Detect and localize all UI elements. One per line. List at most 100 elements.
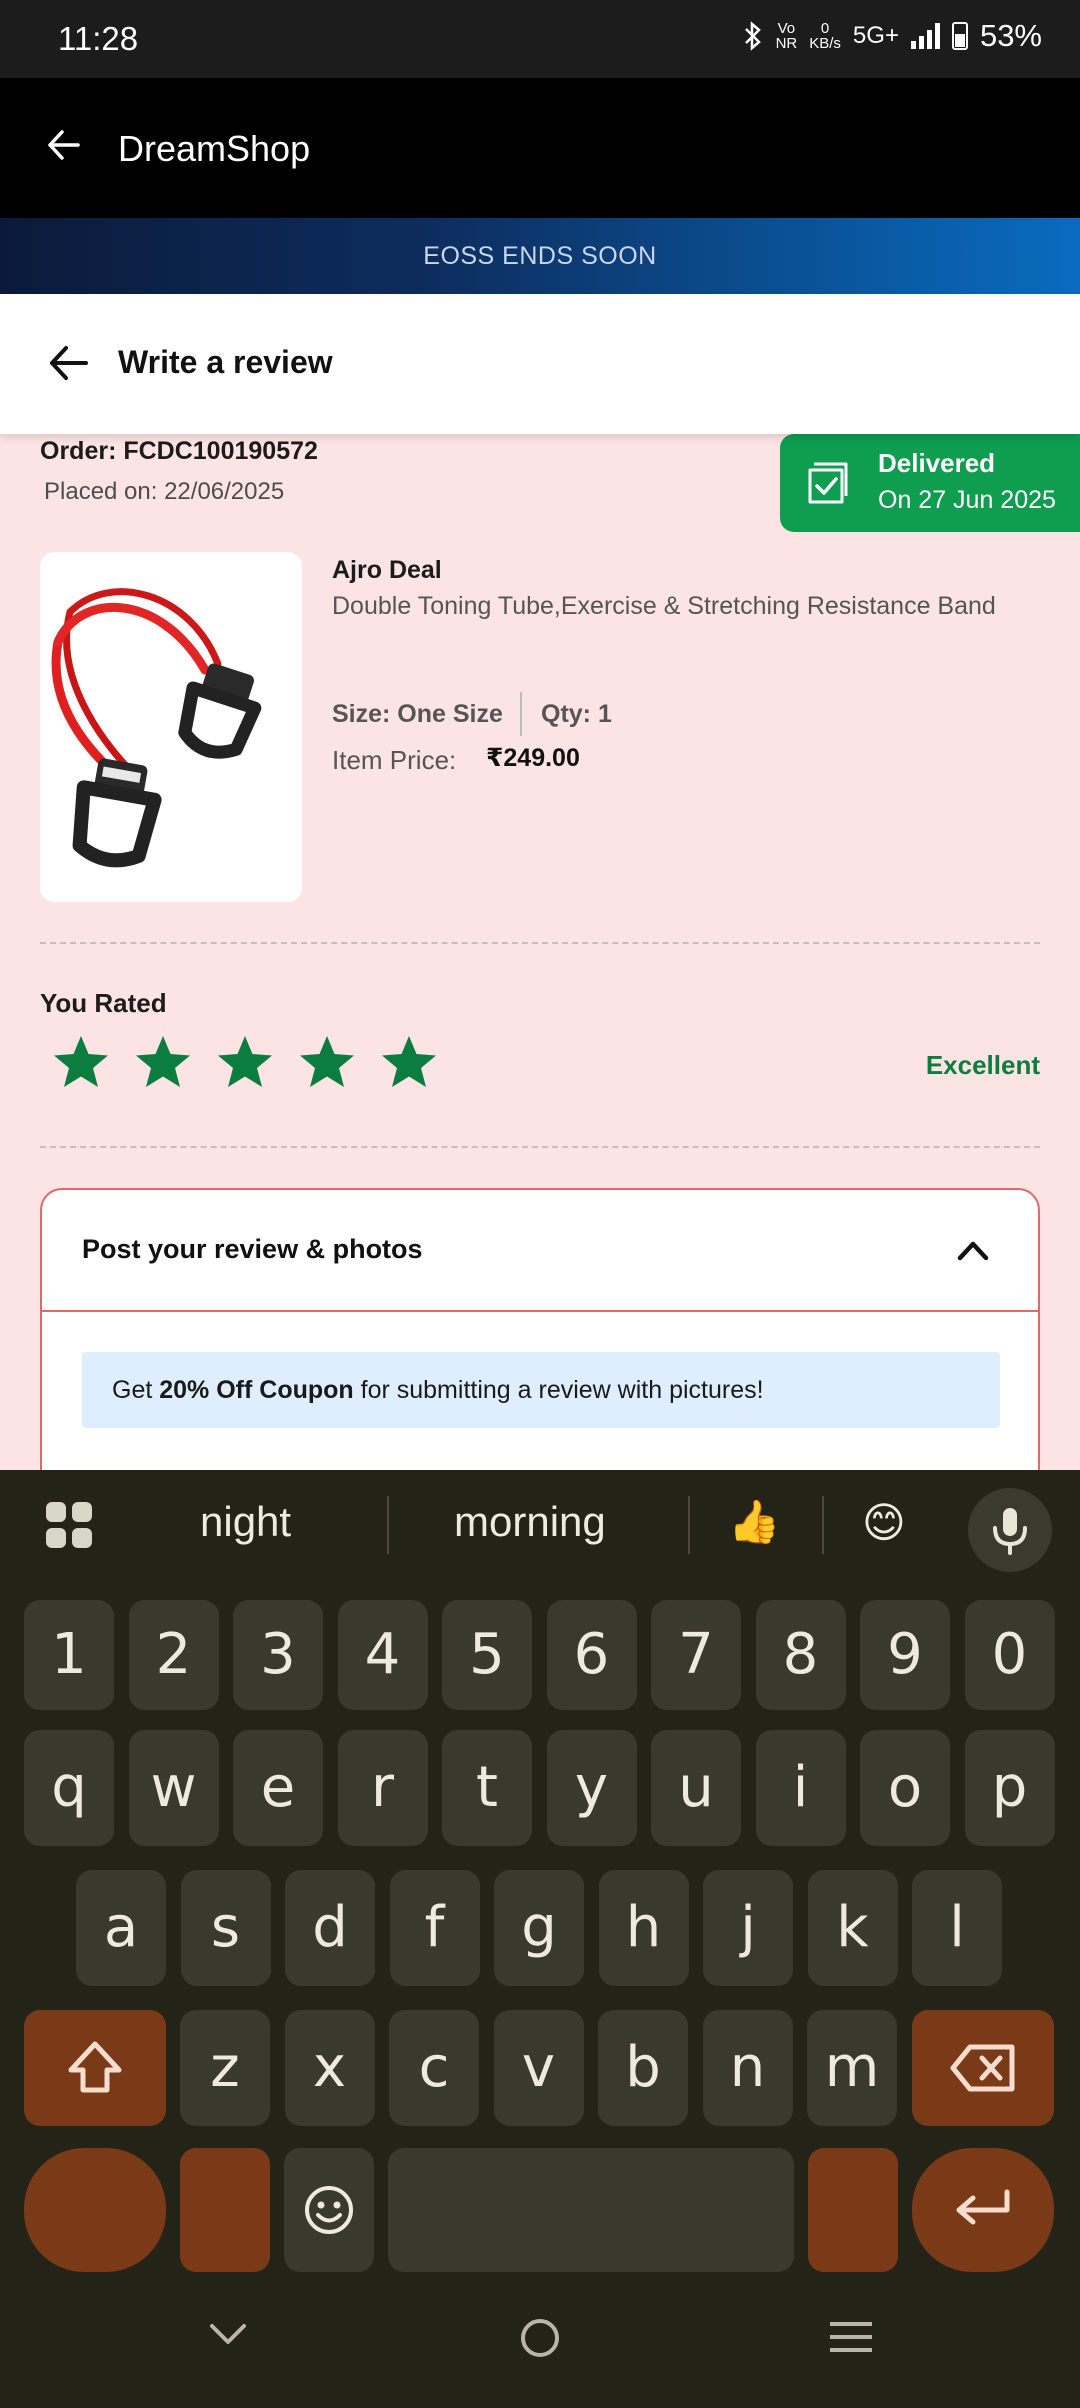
key-z[interactable]: z — [180, 2010, 270, 2126]
network-type: 5G+ — [852, 22, 899, 49]
volte-indicator: Vo NR — [775, 20, 798, 52]
key-b[interactable]: b — [598, 2010, 688, 2126]
review-card-header[interactable]: Post your review & photos — [42, 1190, 1038, 1312]
suggestion-strip: night morning 👍 😊 — [0, 1470, 1080, 1580]
suggestion-word[interactable]: morning — [454, 1498, 606, 1546]
microphone-button[interactable] — [968, 1488, 1052, 1572]
key-e[interactable]: e — [233, 1730, 323, 1846]
key-k[interactable]: k — [807, 1870, 898, 1986]
bluetooth-icon — [744, 21, 761, 51]
review-header: Write a review — [0, 294, 1080, 434]
divider — [688, 1496, 690, 1554]
star-icon[interactable] — [298, 1033, 356, 1091]
emoji-key[interactable] — [284, 2148, 374, 2272]
dashed-divider — [40, 942, 1040, 944]
back-arrow-icon[interactable] — [46, 340, 92, 386]
key-v[interactable]: v — [493, 2010, 584, 2126]
key-c[interactable]: c — [389, 2010, 479, 2126]
key-0[interactable]: 0 — [964, 1600, 1055, 1710]
sale-banner[interactable]: EOSS ENDS SOON — [0, 218, 1080, 294]
key-j[interactable]: j — [703, 1870, 793, 1986]
backspace-key[interactable] — [912, 2010, 1054, 2126]
key-n[interactable]: n — [702, 2010, 793, 2126]
app-title: DreamShop — [118, 128, 311, 169]
key-5[interactable]: 5 — [442, 1600, 532, 1710]
star-icon[interactable] — [134, 1033, 192, 1091]
key-l[interactable]: l — [912, 1870, 1002, 1986]
star-icon[interactable] — [216, 1033, 274, 1091]
key-6[interactable]: 6 — [546, 1600, 637, 1710]
home-icon[interactable] — [518, 2316, 562, 2360]
key-x[interactable]: x — [284, 2010, 375, 2126]
order-id: Order: FCDC100190572 — [40, 437, 318, 465]
key-3[interactable]: 3 — [233, 1600, 323, 1710]
period-key[interactable] — [808, 2148, 898, 2272]
signal-icon — [910, 23, 940, 49]
data-speed: 0 KB/s — [809, 20, 841, 52]
divider — [520, 692, 522, 736]
shift-icon — [68, 2041, 122, 2093]
product-size: Size: One Size — [332, 700, 503, 728]
key-y[interactable]: y — [546, 1730, 637, 1846]
battery-percent: 53% — [979, 18, 1042, 53]
star-icon[interactable] — [380, 1033, 438, 1091]
key-1[interactable]: 1 — [24, 1600, 114, 1710]
price-label: Item Price: — [332, 745, 457, 775]
product-image[interactable] — [40, 552, 302, 902]
comma-key[interactable] — [180, 2148, 270, 2272]
resistance-band-image — [51, 588, 262, 868]
key-8[interactable]: 8 — [755, 1600, 846, 1710]
suggestion-word[interactable]: night — [200, 1498, 291, 1546]
key-t[interactable]: t — [442, 1730, 532, 1846]
back-arrow-icon[interactable] — [42, 122, 88, 168]
key-r[interactable]: r — [337, 1730, 428, 1846]
key-7[interactable]: 7 — [651, 1600, 741, 1710]
key-a[interactable]: a — [76, 1870, 166, 1986]
delivered-box-icon — [808, 462, 848, 504]
coupon-info-banner: Get 20% Off Coupon for submitting a revi… — [82, 1352, 1000, 1428]
app-bar: DreamShop — [0, 78, 1080, 218]
key-4[interactable]: 4 — [337, 1600, 428, 1710]
battery-icon — [951, 22, 968, 50]
star-icon[interactable] — [52, 1033, 110, 1091]
chevron-up-icon[interactable] — [956, 1238, 990, 1262]
apps-grid-icon[interactable] — [46, 1502, 92, 1548]
coupon-highlight: 20% Off Coupon — [159, 1376, 354, 1404]
smile-emoji-suggestion[interactable]: 😊 — [862, 1498, 906, 1547]
key-d[interactable]: d — [285, 1870, 375, 1986]
divider — [387, 1496, 389, 1554]
key-i[interactable]: i — [755, 1730, 846, 1846]
key-2[interactable]: 2 — [128, 1600, 219, 1710]
order-placed-date: Placed on: 22/06/2025 — [44, 478, 285, 505]
delivery-date: On 27 Jun 2025 — [878, 486, 1056, 514]
review-card: Post your review & photos Get 20% Off Co… — [40, 1188, 1040, 1478]
key-s[interactable]: s — [180, 1870, 271, 1986]
enter-key[interactable] — [912, 2148, 1054, 2272]
key-q[interactable]: q — [24, 1730, 114, 1846]
microphone-icon — [993, 1508, 1027, 1555]
keyboard-hide-icon[interactable] — [206, 2320, 250, 2350]
symbols-key[interactable] — [24, 2148, 166, 2272]
dashed-divider — [40, 1146, 1040, 1148]
status-time: 11:28 — [58, 20, 139, 57]
space-key[interactable] — [388, 2148, 794, 2272]
shift-key[interactable] — [24, 2010, 166, 2126]
key-g[interactable]: g — [494, 1870, 584, 1986]
divider — [822, 1496, 824, 1554]
key-9[interactable]: 9 — [860, 1600, 950, 1710]
key-m[interactable]: m — [807, 2010, 897, 2126]
key-f[interactable]: f — [389, 1870, 480, 1986]
backspace-icon — [950, 2044, 1015, 2092]
rating-word: Excellent — [925, 1050, 1040, 1080]
key-w[interactable]: w — [128, 1730, 219, 1846]
thumbs-up-emoji-suggestion[interactable]: 👍 — [728, 1498, 780, 1547]
item-price: ₹249.00 — [486, 744, 580, 772]
navigation-bar — [0, 2300, 1080, 2408]
delivery-status: Delivered — [878, 448, 996, 478]
product-name: Double Toning Tube,Exercise & Stretching… — [332, 592, 996, 620]
recents-icon[interactable] — [828, 2320, 874, 2354]
key-h[interactable]: h — [598, 1870, 689, 1986]
key-p[interactable]: p — [964, 1730, 1055, 1846]
key-o[interactable]: o — [860, 1730, 950, 1846]
key-u[interactable]: u — [651, 1730, 741, 1846]
